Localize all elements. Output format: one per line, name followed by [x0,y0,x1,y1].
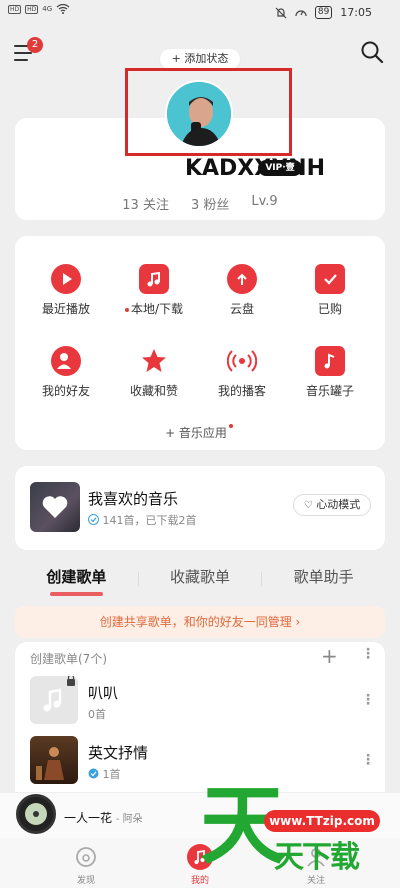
func-cloud[interactable]: 云盘 [198,264,286,324]
search-icon[interactable] [360,40,384,64]
tab-playlist-assistant[interactable]: 歌单助手 [262,566,385,596]
created-playlists-card: 创建歌单(7个) + ⋮ 叭叭 0首 ⋮ 英文抒情 1首 ⋮ [15,642,385,792]
hd-signal-badge-2: HD [25,4,39,14]
liked-music-card[interactable]: 我喜欢的音乐 141首，已下载2首 ♡ 心动模式 [15,466,385,550]
func-purchased[interactable]: 已购 [286,264,374,324]
playlist-count: 1首 [88,766,121,782]
mute-bell-icon [275,7,287,18]
add-playlist-button[interactable]: + [321,644,338,668]
local-music-icon [139,264,169,294]
notification-badge: 2 [27,37,43,53]
profile-stats: 13 关注 3 粉丝 Lv.9 [15,194,385,213]
playlist-more-icon[interactable]: ⋮ [361,692,375,708]
tab-collected-playlists[interactable]: 收藏歌单 [139,566,262,596]
level-label[interactable]: Lv.9 [251,194,277,213]
playlist-row[interactable]: 叭叭 0首 ⋮ [30,674,375,726]
playlist-name: 英文抒情 [88,744,149,762]
liked-subtitle-text: 141首，已下载2首 [102,514,197,527]
signal-indicators: HD HD 4G [8,4,70,14]
more-options-icon[interactable]: ⋮ [361,646,375,662]
func-friends[interactable]: 我的好友 [22,346,110,406]
wifi-icon [56,4,70,14]
music-app-button[interactable]: + 音乐应用 [15,424,385,441]
discover-icon [73,844,99,870]
hd-signal-badge-1: HD [8,4,22,14]
watermark-text: 天下载 [274,840,360,875]
follow-count[interactable]: 13 关注 [122,194,169,213]
cloud-upload-icon [227,264,257,294]
liked-cover [30,482,80,532]
star-icon [139,346,169,376]
fans-count[interactable]: 3 粉丝 [191,194,229,213]
func-recent-play[interactable]: 最近播放 [22,264,110,324]
heart-mode-label: 心动模式 [316,498,361,511]
album-disc[interactable] [16,794,56,834]
func-local-download[interactable]: 本地/下载 [110,264,198,324]
network-label: 4G [42,5,53,13]
play-circle-icon [51,264,81,294]
func-music-jar[interactable]: 音乐罐子 [286,346,374,406]
playlist-more-icon[interactable]: ⋮ [361,752,375,768]
vip-badge[interactable]: VIP·壹 [258,160,302,176]
nav-discover[interactable]: 发现 [56,844,116,886]
playlist-section-header: 创建歌单(7个) [30,652,107,666]
speedometer-icon [295,9,307,16]
friends-icon [51,346,81,376]
add-status-button[interactable]: + 添加状态 [160,49,240,69]
song-title: 一人一花 [64,811,113,825]
func-label: 云盘 [229,302,254,316]
battery-indicator: 89 [314,6,333,19]
clock: 17:05 [340,6,372,19]
playlist-tabs: 创建歌单 收藏歌单 歌单助手 [15,566,385,596]
func-label: 本地/下载 [110,300,198,317]
func-podcast[interactable]: 我的播客 [198,346,286,406]
song-artist: - 阿朵 [115,814,143,825]
liked-subtitle: 141首，已下载2首 [88,512,197,528]
downloaded-check-icon [88,768,99,779]
playlist-cover [30,674,78,724]
func-label: 收藏和赞 [129,384,178,398]
music-note-icon [43,674,75,712]
heart-outline-icon: ♡ [303,500,313,511]
menu-icon-line-3 [14,59,28,61]
playlist-name: 叭叭 [88,684,119,702]
music-app-label: + 音乐应用 [165,426,227,440]
heart-mode-button[interactable]: ♡ 心动模式 [293,494,371,516]
watermark-logo: 天 www.TTzip.com 天下载 [200,776,390,880]
tab-created-playlists[interactable]: 创建歌单 [15,566,138,596]
func-label-text: 本地/下载 [130,302,184,316]
highlight-frame [125,68,292,156]
heart-icon [42,496,68,518]
music-jar-icon [315,346,345,376]
shopping-bag-icon [315,264,345,294]
func-label: 我的好友 [41,384,90,398]
menu-icon-line-2 [14,52,32,54]
now-playing: 一人一花 - 阿朵 [64,809,143,826]
new-dot [228,424,233,428]
nav-label: 发现 [76,876,95,886]
watermark-url: www.TTzip.com [264,810,380,832]
playlist-cover [30,736,78,784]
status-bar: HD HD 4G 89 17:05 [0,0,400,30]
liked-title: 我喜欢的音乐 [88,490,179,508]
playlist-count-text: 1首 [102,768,121,781]
album-art [36,747,64,780]
func-label: 已购 [317,302,342,316]
playlist-count: 0首 [88,708,106,721]
menu-icon-line-1 [14,45,28,47]
downloaded-check-icon [88,514,99,525]
status-right: 89 17:05 [275,6,372,19]
shared-playlist-banner[interactable]: 创建共享歌单，和你的好友一同管理 › [15,606,385,638]
func-label: 音乐罐子 [305,384,354,398]
new-dot [124,307,129,312]
broadcast-icon [226,346,258,376]
func-label: 我的播客 [217,384,266,398]
function-grid-card: 最近播放 本地/下载 云盘 已购 我的好友 收藏和赞 我的播客 音乐罐子 + 音… [15,236,385,450]
func-label: 最近播放 [41,302,90,316]
func-collect-like[interactable]: 收藏和赞 [110,346,198,406]
